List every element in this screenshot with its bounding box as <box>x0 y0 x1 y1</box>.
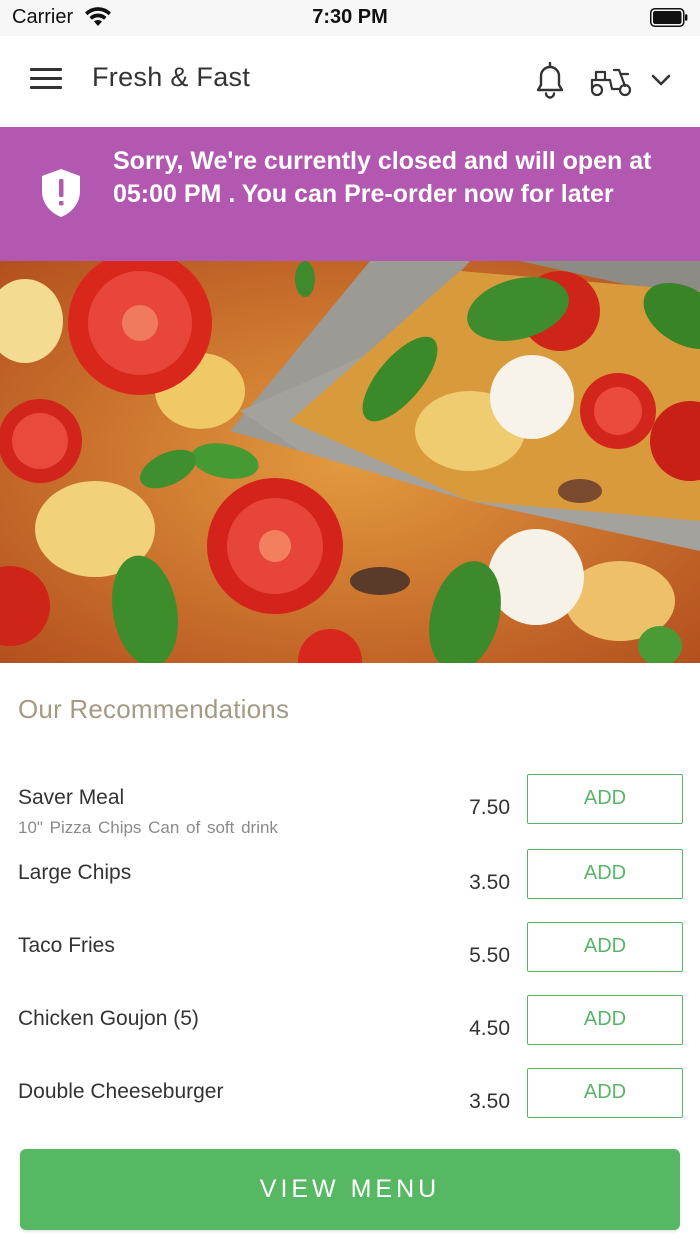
section-title-recommendations: Our Recommendations <box>18 694 290 724</box>
app-title: Fresh & Fast <box>92 62 251 92</box>
list-item: Large Chips 3.50 ADD <box>0 849 700 913</box>
item-price: 4.50 <box>469 1017 510 1040</box>
status-bar: Carrier 7:30 PM <box>0 0 700 36</box>
pizza-illustration <box>0 261 700 663</box>
item-name: Chicken Goujon (5) <box>18 1007 199 1030</box>
view-menu-button[interactable]: VIEW MENU <box>20 1149 680 1230</box>
app-header: Fresh & Fast <box>0 36 700 127</box>
add-button[interactable]: ADD <box>527 849 683 899</box>
menu-icon[interactable] <box>30 68 62 94</box>
add-button[interactable]: ADD <box>527 995 683 1045</box>
item-name: Double Cheeseburger <box>18 1080 224 1103</box>
shield-alert-icon <box>42 169 80 217</box>
closed-banner: Sorry, We're currently closed and will o… <box>0 127 700 261</box>
banner-message: Sorry, We're currently closed and will o… <box>113 147 652 208</box>
bell-icon[interactable] <box>532 60 568 100</box>
item-name: Saver Meal <box>18 786 125 809</box>
item-price: 3.50 <box>469 871 510 894</box>
list-item: Chicken Goujon (5) 4.50 ADD <box>0 995 700 1059</box>
hero-pizza-image <box>0 261 700 663</box>
battery-icon <box>650 8 688 27</box>
add-button[interactable]: ADD <box>527 774 683 824</box>
scooter-icon[interactable] <box>588 64 634 98</box>
item-name: Large Chips <box>18 861 132 884</box>
chevron-down-icon[interactable] <box>650 72 672 88</box>
list-item: Taco Fries 5.50 ADD <box>0 922 700 986</box>
add-button[interactable]: ADD <box>527 922 683 972</box>
item-price: 7.50 <box>469 796 510 819</box>
status-time: 7:30 PM <box>312 6 388 28</box>
add-button[interactable]: ADD <box>527 1068 683 1118</box>
item-price: 5.50 <box>469 944 510 967</box>
list-item: Saver Meal 10" Pizza Chips Can of soft d… <box>0 774 700 838</box>
item-name: Taco Fries <box>18 934 115 957</box>
item-description: 10" Pizza Chips Can of soft drink <box>18 818 278 837</box>
item-price: 3.50 <box>469 1090 510 1113</box>
list-item: Double Cheeseburger 3.50 ADD <box>0 1068 700 1132</box>
